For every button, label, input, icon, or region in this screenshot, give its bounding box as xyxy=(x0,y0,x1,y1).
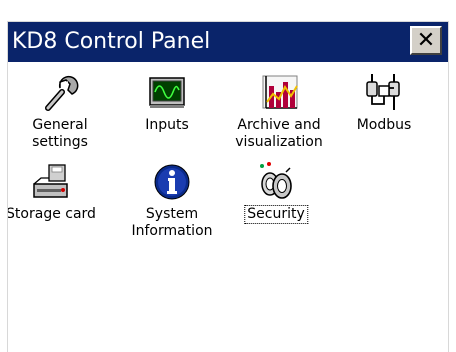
storage-card-label: Storage card xyxy=(8,206,96,222)
general-settings-label: General settings xyxy=(32,117,88,150)
info-icon xyxy=(154,164,190,200)
storage-card-item[interactable]: Storage card xyxy=(8,162,106,232)
close-icon: ✕ xyxy=(416,27,436,53)
control-panel-window: KD8 Control Panel ✕ General settings Inp… xyxy=(8,22,448,350)
wrench-icon xyxy=(45,75,79,111)
security-keys-icon xyxy=(260,162,292,199)
system-information-label: System Information xyxy=(131,206,213,239)
security-label: Security xyxy=(244,205,308,224)
window-title: KD8 Control Panel xyxy=(12,29,211,54)
modbus-label: Modbus xyxy=(356,117,412,133)
general-settings-item[interactable]: General settings xyxy=(8,72,115,162)
title-bar: KD8 Control Panel ✕ xyxy=(8,22,448,62)
inputs-label: Inputs xyxy=(145,117,189,133)
archive-chart-icon xyxy=(262,75,298,109)
monitor-waveform-icon xyxy=(149,77,185,108)
inputs-item[interactable]: Inputs xyxy=(112,72,222,162)
modbus-item[interactable]: Modbus xyxy=(329,72,439,162)
system-information-item[interactable]: System Information xyxy=(117,162,227,252)
modbus-connector-icon xyxy=(366,74,400,110)
archive-visualization-item[interactable]: Archive and visualization xyxy=(224,72,334,162)
archive-visualization-label: Archive and visualization xyxy=(235,117,323,150)
close-button[interactable]: ✕ xyxy=(410,26,442,55)
security-item[interactable]: Security xyxy=(221,162,331,232)
storage-card-icon xyxy=(33,164,68,198)
